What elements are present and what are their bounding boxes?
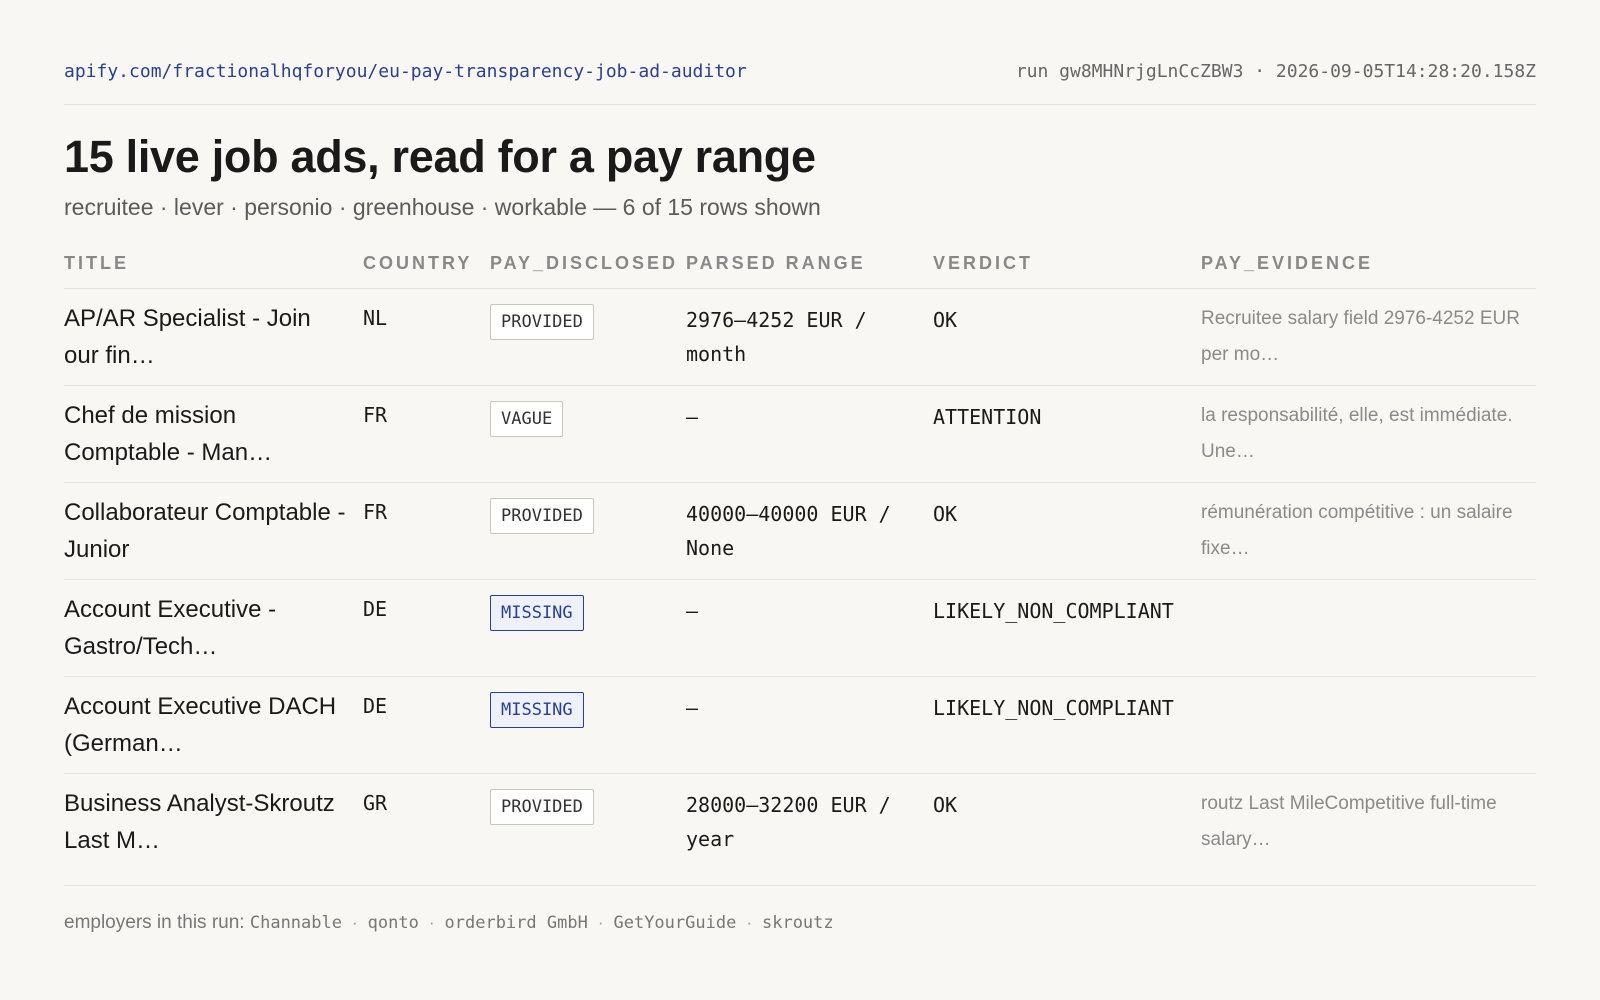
cell-pay-evidence: la responsabilité, elle, est immédiate. … [1201, 385, 1536, 483]
status-badge: MISSING [490, 595, 584, 631]
cell-verdict: OK [933, 482, 1201, 580]
page: apify.com/fractionalhqforyou/eu-pay-tran… [64, 0, 1536, 934]
cell-parsed-range: — [686, 676, 933, 774]
status-badge: PROVIDED [490, 498, 594, 534]
cell-country: NL [363, 288, 490, 386]
cell-pay-disclosed: PROVIDED [490, 482, 686, 580]
cell-country: FR [363, 482, 490, 580]
cell-parsed-range: 40000–40000 EUR / None [686, 482, 933, 580]
table-row[interactable]: Collaborateur Comptable - Junior FR PROV… [64, 482, 1536, 580]
col-header-verdict: VERDICT [933, 238, 1201, 289]
page-title: 15 live job ads, read for a pay range [64, 131, 816, 182]
cell-pay-evidence: routz Last MileCompetitive full-time sal… [1201, 773, 1536, 886]
cell-pay-evidence: rémunération compétitive : un salaire fi… [1201, 482, 1536, 580]
col-header-country: COUNTRY [363, 238, 490, 289]
table-row[interactable]: Chef de mission Comptable - Man… FR VAGU… [64, 385, 1536, 483]
table-header-row: TITLE COUNTRY PAY_DISCLOSED PARSED RANGE… [64, 238, 1536, 289]
cell-parsed-range: — [686, 579, 933, 677]
cell-country: FR [363, 385, 490, 483]
cell-title: Account Executive - Gastro/Tech… [64, 579, 363, 677]
table-row[interactable]: Business Analyst-Skroutz Last M… GR PROV… [64, 773, 1536, 886]
cell-parsed-range: 2976–4252 EUR / month [686, 288, 933, 386]
status-badge: PROVIDED [490, 789, 594, 825]
col-header-parsed-range: PARSED RANGE [686, 238, 933, 289]
cell-title: Account Executive DACH (German… [64, 676, 363, 774]
cell-title: Collaborateur Comptable - Junior [64, 482, 363, 580]
cell-parsed-range: 28000–32200 EUR / year [686, 773, 933, 886]
employer-name: GetYourGuide [613, 913, 737, 933]
cell-verdict: ATTENTION [933, 385, 1201, 483]
col-header-title: TITLE [64, 238, 363, 289]
separator-dot: · [746, 913, 752, 932]
page-subtitle: recruitee · lever · personio · greenhous… [64, 193, 821, 220]
cell-pay-disclosed: MISSING [490, 676, 686, 774]
actor-url-link[interactable]: apify.com/fractionalhqforyou/eu-pay-tran… [64, 61, 747, 82]
cell-pay-disclosed: PROVIDED [490, 773, 686, 886]
cell-pay-disclosed: PROVIDED [490, 288, 686, 386]
cell-country: GR [363, 773, 490, 886]
cell-verdict: OK [933, 288, 1201, 386]
table-row[interactable]: Account Executive DACH (German… DE MISSI… [64, 676, 1536, 774]
cell-verdict: LIKELY_NON_COMPLIANT [933, 579, 1201, 677]
col-header-pay-evidence: PAY_EVIDENCE [1201, 238, 1536, 289]
cell-pay-evidence [1201, 676, 1536, 774]
cell-verdict: OK [933, 773, 1201, 886]
cell-title: Chef de mission Comptable - Man… [64, 385, 363, 483]
top-bar: apify.com/fractionalhqforyou/eu-pay-tran… [64, 0, 1536, 105]
table-row[interactable]: Account Executive - Gastro/Tech… DE MISS… [64, 579, 1536, 677]
employer-name: Channable [249, 913, 342, 933]
table-row[interactable]: AP/AR Specialist - Join our fin… NL PROV… [64, 288, 1536, 386]
results-table: TITLE COUNTRY PAY_DISCLOSED PARSED RANGE… [64, 238, 1536, 886]
cell-country: DE [363, 676, 490, 774]
col-header-pay-disclosed: PAY_DISCLOSED [490, 238, 686, 289]
run-info: run gw8MHNrjgLnCcZBW3 · 2026-09-05T14:28… [1015, 61, 1536, 82]
cell-pay-disclosed: MISSING [490, 579, 686, 677]
cell-parsed-range: — [686, 385, 933, 483]
status-badge: MISSING [490, 692, 584, 728]
cell-pay-disclosed: VAGUE [490, 385, 686, 483]
separator-dot: · [597, 913, 604, 932]
separator-dot: · [351, 913, 358, 932]
employer-name: qonto [367, 913, 419, 933]
separator-dot: · [428, 913, 435, 932]
cell-pay-evidence: Recruitee salary field 2976-4252 EUR per… [1201, 288, 1536, 386]
employers-label: employers in this run: [64, 912, 245, 933]
status-badge: PROVIDED [490, 304, 594, 340]
employer-name: orderbird GmbH [444, 913, 588, 933]
employers-footer: employers in this run: Channable · qonto · o… [64, 912, 1536, 934]
cell-verdict: LIKELY_NON_COMPLIANT [933, 676, 1201, 774]
cell-title: AP/AR Specialist - Join our fin… [64, 288, 363, 386]
cell-title: Business Analyst-Skroutz Last M… [64, 773, 363, 886]
cell-pay-evidence [1201, 579, 1536, 677]
status-badge: VAGUE [490, 401, 564, 437]
cell-country: DE [363, 579, 490, 677]
employer-name: skroutz [761, 913, 834, 933]
